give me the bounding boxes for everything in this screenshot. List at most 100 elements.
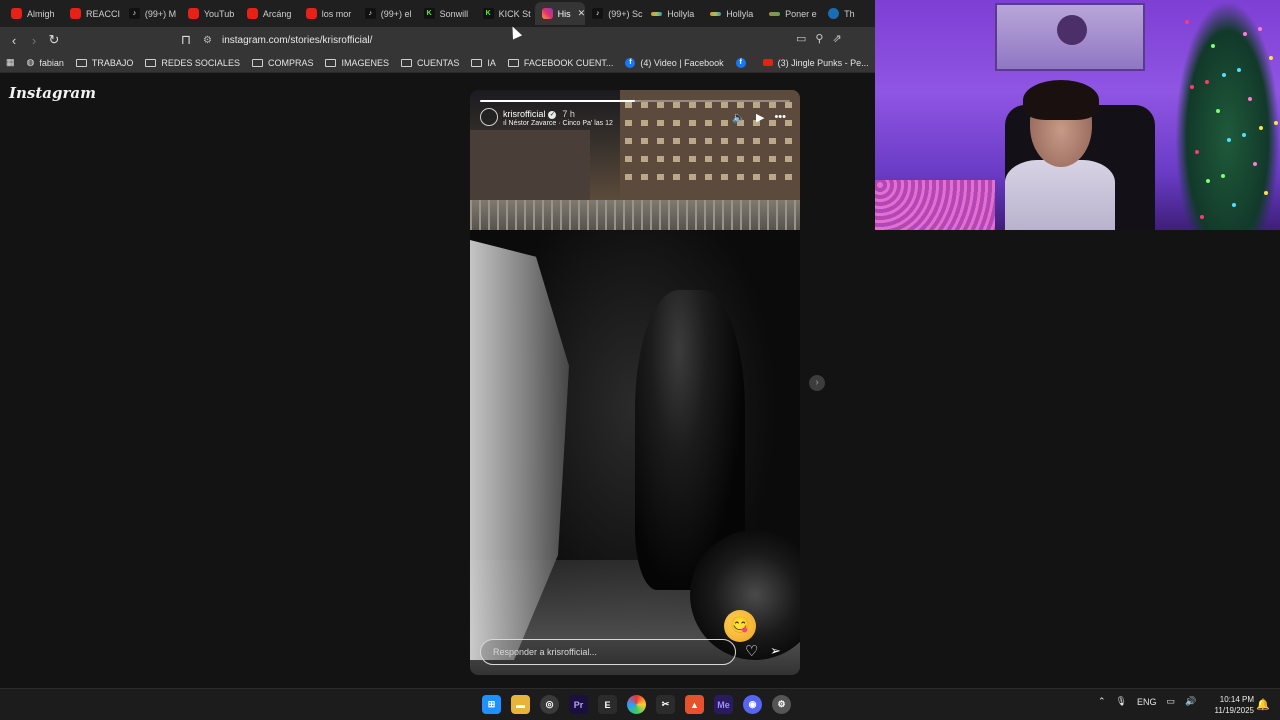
light-dot (1232, 203, 1236, 207)
media-encoder-icon[interactable]: Me (714, 695, 733, 714)
window (657, 156, 664, 162)
zoom-icon[interactable]: ⚲ (815, 32, 823, 45)
premiere-pro-icon[interactable]: Pr (569, 695, 588, 714)
story-username[interactable]: krisrofficial (503, 109, 545, 119)
epic-games-icon[interactable]: E (598, 695, 617, 714)
capcut-icon[interactable]: ✂ (656, 695, 675, 714)
bookmark-label: (4) Video | Facebook (640, 57, 724, 68)
light-dot (1258, 27, 1262, 31)
bookmark-item[interactable]: ◍ fabian (21, 57, 70, 68)
browser-tab[interactable]: K KICK St (476, 2, 535, 25)
bookmark-item[interactable]: FACEBOOK CUENT... (502, 58, 620, 68)
browser-tab[interactable]: Arcáng (240, 2, 299, 25)
bookmark-item[interactable]: (3) Jingle Punks - Pe... (757, 58, 875, 68)
bed (875, 180, 995, 230)
window (769, 156, 776, 162)
story-progress-fill (480, 100, 635, 102)
bookmarks-bar: ▦ ◍ fabian TRABAJO REDES SOCIALES COMPRAS IMA… (0, 53, 880, 73)
christmas-tree (1175, 0, 1280, 230)
color-app-icon[interactable] (627, 695, 646, 714)
browser-tab[interactable]: K Sonwill (417, 2, 476, 25)
bookmark-item[interactable]: COMPRAS (246, 58, 320, 68)
window (673, 174, 680, 180)
globe-icon: ◍ (26, 57, 35, 67)
light-dot (1259, 126, 1263, 130)
bookmark-item[interactable]: f (4) Video | Facebook (619, 57, 729, 68)
light-dot (1185, 20, 1189, 24)
browser-tab[interactable]: REACCI (63, 2, 122, 25)
story-time: 7 h (562, 109, 575, 119)
folder-icon (400, 58, 412, 67)
webcam-overlay (875, 0, 1280, 230)
tab-label: (99+) el (380, 8, 412, 19)
windows-start-icon[interactable]: ⊞ (482, 695, 501, 714)
browser-tab[interactable]: los mor (299, 2, 358, 25)
light-dot (1221, 174, 1225, 178)
bookmark-button[interactable]: ⊓ (176, 30, 196, 50)
microphone-icon[interactable]: 🎙 (1116, 696, 1127, 707)
mute-icon[interactable]: 🔈 (732, 111, 746, 124)
browser-tab[interactable]: Almigh (4, 2, 63, 25)
apps-button[interactable]: ▦ (0, 57, 21, 68)
share-icon[interactable]: ⇗ (832, 32, 841, 45)
bookmark-item[interactable]: IMAGENES (319, 58, 395, 68)
volume-icon[interactable]: 🔊 (1185, 696, 1196, 707)
bookmark-label: FACEBOOK CUENT... (523, 57, 614, 68)
more-options-icon[interactable]: ••• (774, 111, 786, 124)
reload-button[interactable]: ↻ (44, 30, 64, 50)
address-bar[interactable]: ⚙ instagram.com/stories/krisrofficial/ (203, 30, 868, 50)
taskbar-clock[interactable]: 10:14 PM 11/19/2025 (1206, 694, 1254, 716)
story-song[interactable]: Néstor Zavarce · Cinco Pa' las 12 (508, 120, 612, 127)
browser-tab[interactable]: YouTub (181, 2, 240, 25)
discord-icon[interactable]: ◉ (743, 695, 762, 714)
bookmark-item[interactable]: f (730, 57, 757, 68)
generic-icon (769, 11, 781, 16)
send-icon[interactable]: ➢ (770, 643, 781, 659)
story-header: krisrofficial ✓ 7 h ıl Néstor Zavarce · Ci… (480, 108, 790, 134)
forward-button[interactable]: › (24, 30, 44, 50)
site-info-icon[interactable]: ⚙ (203, 35, 212, 46)
back-button[interactable]: ‹ (4, 30, 24, 50)
instagram-logo[interactable]: Instagram (9, 84, 96, 102)
avatar[interactable] (480, 108, 498, 126)
quick-reaction-emoji-icon[interactable]: 😋 (724, 610, 756, 642)
notification-bell-icon[interactable]: 🔔 (1256, 698, 1270, 711)
brave-browser-icon[interactable]: ▲ (685, 695, 704, 714)
bookmark-item[interactable]: IA (465, 58, 502, 68)
file-explorer-icon[interactable]: ▬ (511, 695, 530, 714)
light-dot (1237, 68, 1241, 72)
story-viewer[interactable]: krisrofficial ✓ 7 h ıl Néstor Zavarce · Ci… (470, 90, 800, 675)
browser-tab[interactable]: His ✕ (534, 2, 586, 25)
window (753, 156, 760, 162)
tab-label: YouTub (203, 8, 235, 19)
browser-tab[interactable]: Hollyla (644, 2, 703, 25)
browser-tab[interactable]: ♪ (99+) Sc (585, 2, 644, 25)
browser-tab[interactable]: ♪ (99+) M (122, 2, 181, 25)
tray-chevron-up-icon[interactable]: ⌃ (1098, 696, 1106, 707)
bookmark-item[interactable]: TRABAJO (70, 58, 140, 68)
bookmark-item[interactable]: CUENTAS (395, 58, 465, 68)
folder-icon (507, 58, 519, 67)
next-story-chevron-icon[interactable]: › (809, 375, 825, 391)
chrome-icon[interactable]: ◎ (540, 695, 559, 714)
play-icon[interactable]: ▶ (756, 111, 764, 124)
settings-gear-icon[interactable]: ⚙ (772, 695, 791, 714)
language-indicator[interactable]: ENG (1137, 697, 1157, 707)
browser-tab[interactable]: Hollyla (703, 2, 762, 25)
browser-tab[interactable]: Poner e (762, 2, 821, 25)
bookmark-item[interactable]: REDES SOCIALES (139, 58, 246, 68)
cast-icon[interactable]: ▭ (796, 32, 806, 45)
tab-label: Arcáng (262, 8, 292, 19)
window (641, 174, 648, 180)
network-icon[interactable]: ▭ (1167, 696, 1176, 707)
light-dot (1248, 97, 1252, 101)
browser-tab[interactable]: Th (821, 2, 880, 25)
light-dot (1253, 162, 1257, 166)
tab-label: Th (844, 8, 855, 19)
window (737, 174, 744, 180)
reply-input[interactable]: Responder a krisrofficial... (480, 639, 736, 665)
browser-tab[interactable]: ♪ (99+) el (358, 2, 417, 25)
close-tab-icon[interactable]: ✕ (578, 8, 586, 19)
window (705, 138, 712, 144)
like-heart-icon[interactable]: ♡ (745, 642, 758, 660)
